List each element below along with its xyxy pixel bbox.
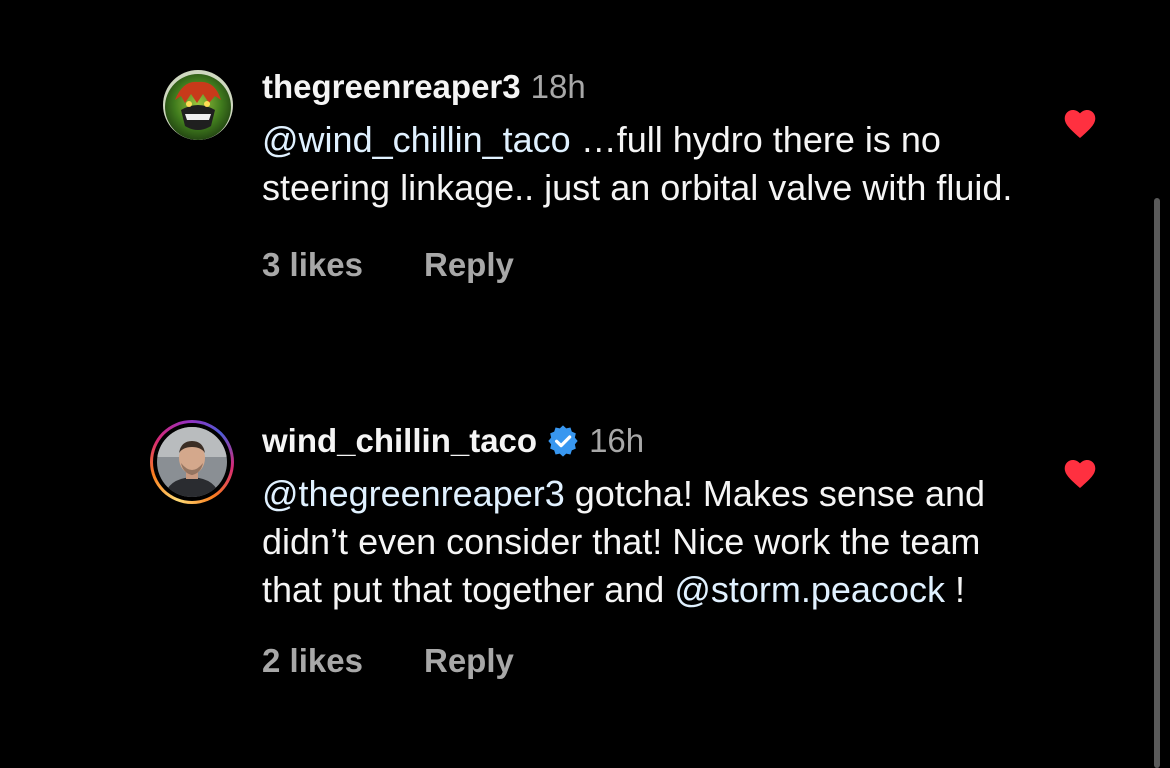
heart-icon[interactable] (1062, 457, 1098, 489)
comment-timestamp: 18h (530, 68, 586, 105)
comment-body-end: ! (944, 569, 965, 610)
comment-actions: 2 likes Reply (262, 642, 1022, 680)
hulk-avatar-icon[interactable] (163, 70, 233, 140)
verified-badge-icon (548, 425, 578, 457)
mention-link[interactable]: @storm.peacock (674, 569, 945, 610)
comment-content: thegreenreaper3 18h @wind_chillin_taco …… (262, 62, 1022, 284)
comment-header: wind_chillin_taco 16h (262, 416, 1022, 466)
mention-link[interactable]: @thegreenreaper3 (262, 473, 565, 514)
comment-actions: 3 likes Reply (262, 246, 1022, 284)
comment-content: wind_chillin_taco 16h @thegreenreaper3 g… (262, 416, 1022, 680)
comment-timestamp: 16h (589, 422, 645, 459)
scrollbar[interactable] (1154, 198, 1160, 768)
heart-icon[interactable] (1062, 107, 1098, 139)
username-link[interactable]: thegreenreaper3 (262, 68, 521, 106)
comment-text: @thegreenreaper3 gotcha! Makes sense and… (262, 470, 1022, 614)
likes-count[interactable]: 3 likes (262, 246, 424, 284)
man-avatar-icon[interactable] (150, 420, 234, 504)
reply-button[interactable]: Reply (424, 642, 514, 680)
mention-link[interactable]: @wind_chillin_taco (262, 119, 571, 160)
comment-header: thegreenreaper3 18h (262, 62, 1022, 112)
likes-count[interactable]: 2 likes (262, 642, 424, 680)
reply-button[interactable]: Reply (424, 246, 514, 284)
username-link[interactable]: wind_chillin_taco (262, 422, 537, 460)
comment-text: @wind_chillin_taco …full hydro there is … (262, 116, 1022, 212)
